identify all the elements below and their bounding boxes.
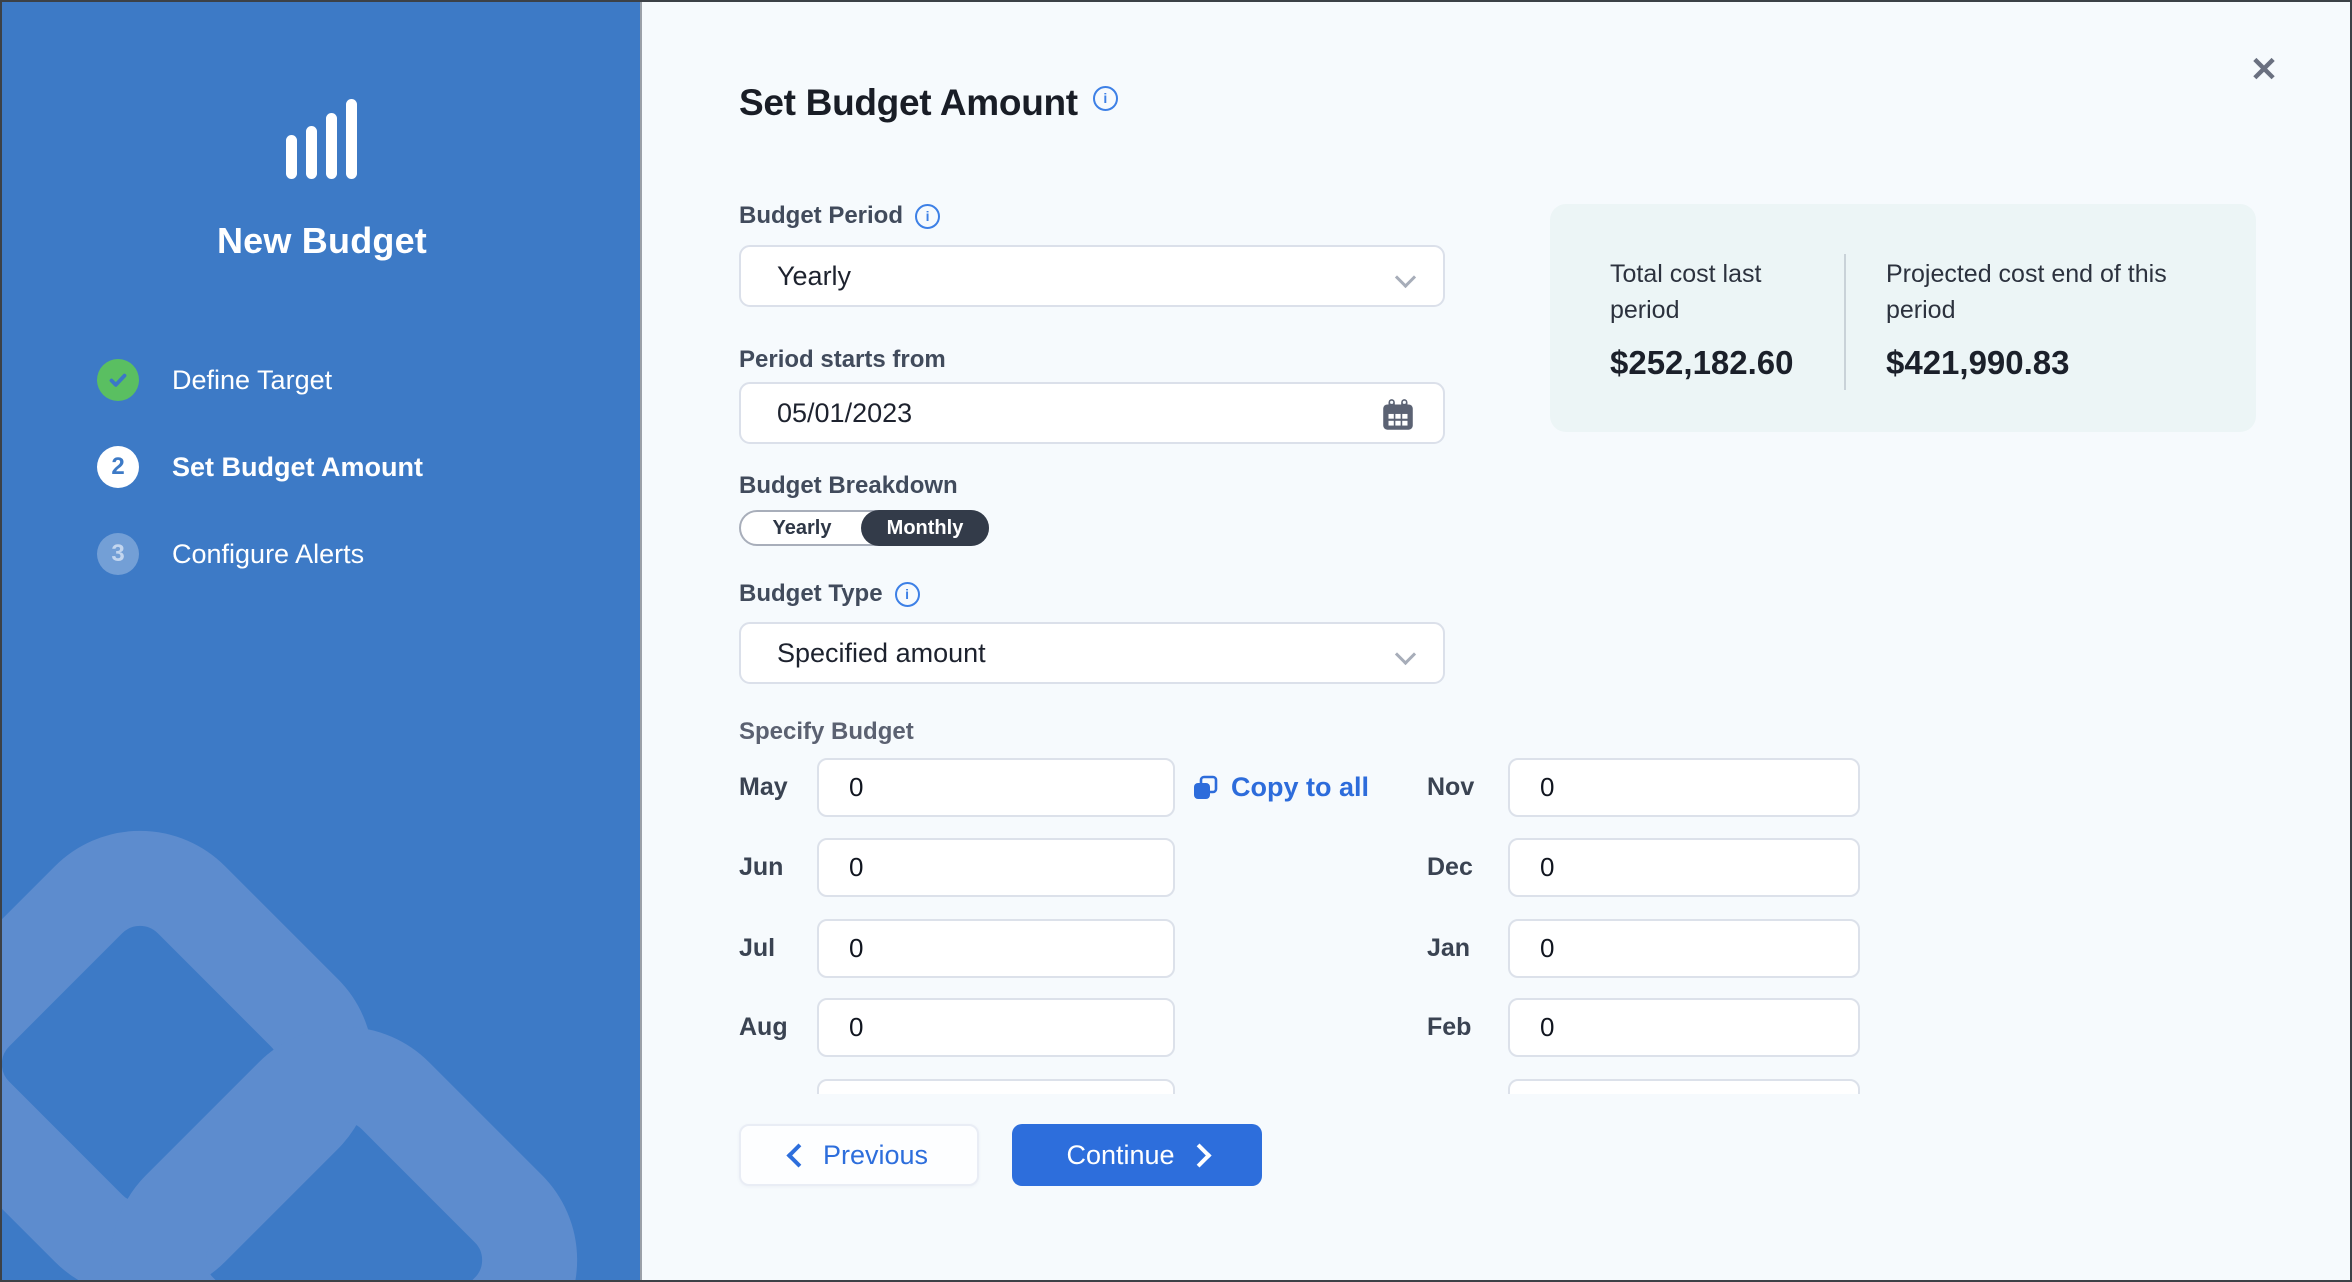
projected-cost-label: Projected cost end of this period: [1886, 256, 2216, 328]
month-row: Jul Jan: [739, 919, 2009, 978]
month-input-jun[interactable]: [817, 838, 1175, 897]
budget-type-label: Budget Type i: [739, 580, 920, 608]
step-number-badge: 2: [97, 446, 139, 488]
month-label-jun: Jun: [739, 838, 783, 897]
info-icon[interactable]: i: [915, 204, 940, 229]
period-start-date-value: 05/01/2023: [777, 398, 912, 429]
budget-breakdown-toggle: Yearly Monthly: [739, 510, 989, 546]
previous-button[interactable]: Previous: [739, 1124, 979, 1186]
month-label-mar: Mar: [1427, 1079, 1471, 1094]
specify-budget-label-text: Specify Budget: [739, 718, 914, 746]
budget-type-select[interactable]: Specified amount: [739, 622, 1445, 684]
month-label-dec: Dec: [1427, 838, 1473, 897]
info-icon[interactable]: i: [895, 582, 920, 607]
chevron-left-icon: [786, 1143, 810, 1167]
chevron-down-icon: [1395, 644, 1416, 665]
budget-period-select[interactable]: Yearly: [739, 245, 1445, 307]
total-cost-value: $252,182.60: [1610, 344, 1794, 382]
step-complete-check-icon: [97, 359, 139, 401]
previous-button-label: Previous: [823, 1140, 928, 1171]
step-configure-alerts[interactable]: 3 Configure Alerts: [97, 533, 423, 575]
continue-button-label: Continue: [1066, 1140, 1174, 1171]
month-row: Aug Feb: [739, 998, 2009, 1057]
month-input-sep[interactable]: [817, 1079, 1175, 1094]
month-input-dec[interactable]: [1508, 838, 1860, 897]
month-row: Sep Mar: [739, 1079, 2009, 1094]
month-row: May Nov: [739, 758, 2009, 817]
step-label: Set Budget Amount: [172, 452, 423, 483]
chevron-right-icon: [1187, 1143, 1211, 1167]
specify-budget-label: Specify Budget: [739, 718, 914, 746]
budget-type-label-text: Budget Type: [739, 580, 883, 608]
budget-period-label: Budget Period i: [739, 202, 940, 230]
month-label-aug: Aug: [739, 998, 788, 1057]
copy-to-all-button[interactable]: Copy to all: [1191, 758, 1369, 817]
month-label-nov: Nov: [1427, 758, 1474, 817]
toggle-option-yearly[interactable]: Yearly: [741, 512, 863, 544]
month-input-jul[interactable]: [817, 919, 1175, 978]
continue-button[interactable]: Continue: [1012, 1124, 1262, 1186]
calendar-icon[interactable]: [1379, 396, 1417, 441]
budget-breakdown-label: Budget Breakdown: [739, 472, 958, 500]
step-set-budget-amount[interactable]: 2 Set Budget Amount: [97, 446, 423, 488]
info-icon[interactable]: i: [1093, 86, 1118, 111]
copy-icon: [1191, 774, 1219, 802]
budget-breakdown-label-text: Budget Breakdown: [739, 472, 958, 500]
toggle-option-monthly[interactable]: Monthly: [861, 510, 989, 546]
wizard-title: New Budget: [2, 220, 642, 262]
bar-chart-logo-icon: [286, 99, 357, 179]
wizard-sidebar: New Budget Define Target 2 Set Budget Am…: [2, 2, 642, 1280]
month-label-sep: Sep: [739, 1079, 785, 1094]
projected-cost-value: $421,990.83: [1886, 344, 2070, 382]
step-number-badge: 3: [97, 533, 139, 575]
monthly-budget-grid: May Nov Copy to all Jun Dec Jul: [739, 752, 2009, 1094]
set-budget-panel: ✕ Set Budget Amount i Total cost last pe…: [644, 2, 2350, 1280]
month-input-mar[interactable]: [1508, 1079, 1860, 1094]
month-input-aug[interactable]: [817, 998, 1175, 1057]
budget-type-value: Specified amount: [777, 638, 986, 669]
total-cost-label: Total cost last period: [1610, 256, 1825, 328]
period-starts-label: Period starts from: [739, 346, 946, 374]
budget-period-value: Yearly: [777, 261, 851, 292]
month-label-may: May: [739, 758, 788, 817]
month-label-jul: Jul: [739, 919, 775, 978]
month-input-feb[interactable]: [1508, 998, 1860, 1057]
close-icon[interactable]: ✕: [2240, 46, 2288, 94]
step-label: Configure Alerts: [172, 539, 364, 570]
step-define-target[interactable]: Define Target: [97, 359, 423, 401]
summary-divider: [1844, 254, 1846, 390]
month-row: Jun Dec: [739, 838, 2009, 897]
new-budget-modal: New Budget Define Target 2 Set Budget Am…: [0, 0, 2352, 1282]
page-title: Set Budget Amount i: [739, 82, 1118, 124]
month-label-feb: Feb: [1427, 998, 1471, 1057]
chevron-down-icon: [1395, 267, 1416, 288]
budget-period-label-text: Budget Period: [739, 202, 903, 230]
wizard-steps: Define Target 2 Set Budget Amount 3 Conf…: [97, 359, 423, 575]
cost-summary-card: Total cost last period $252,182.60 Proje…: [1550, 204, 2256, 432]
copy-to-all-label: Copy to all: [1231, 772, 1369, 803]
month-input-nov[interactable]: [1508, 758, 1860, 817]
period-start-date-input[interactable]: 05/01/2023: [739, 382, 1445, 444]
month-input-may[interactable]: [817, 758, 1175, 817]
month-input-jan[interactable]: [1508, 919, 1860, 978]
month-label-jan: Jan: [1427, 919, 1470, 978]
page-title-text: Set Budget Amount: [739, 82, 1078, 124]
period-starts-label-text: Period starts from: [739, 346, 946, 374]
step-label: Define Target: [172, 365, 332, 396]
